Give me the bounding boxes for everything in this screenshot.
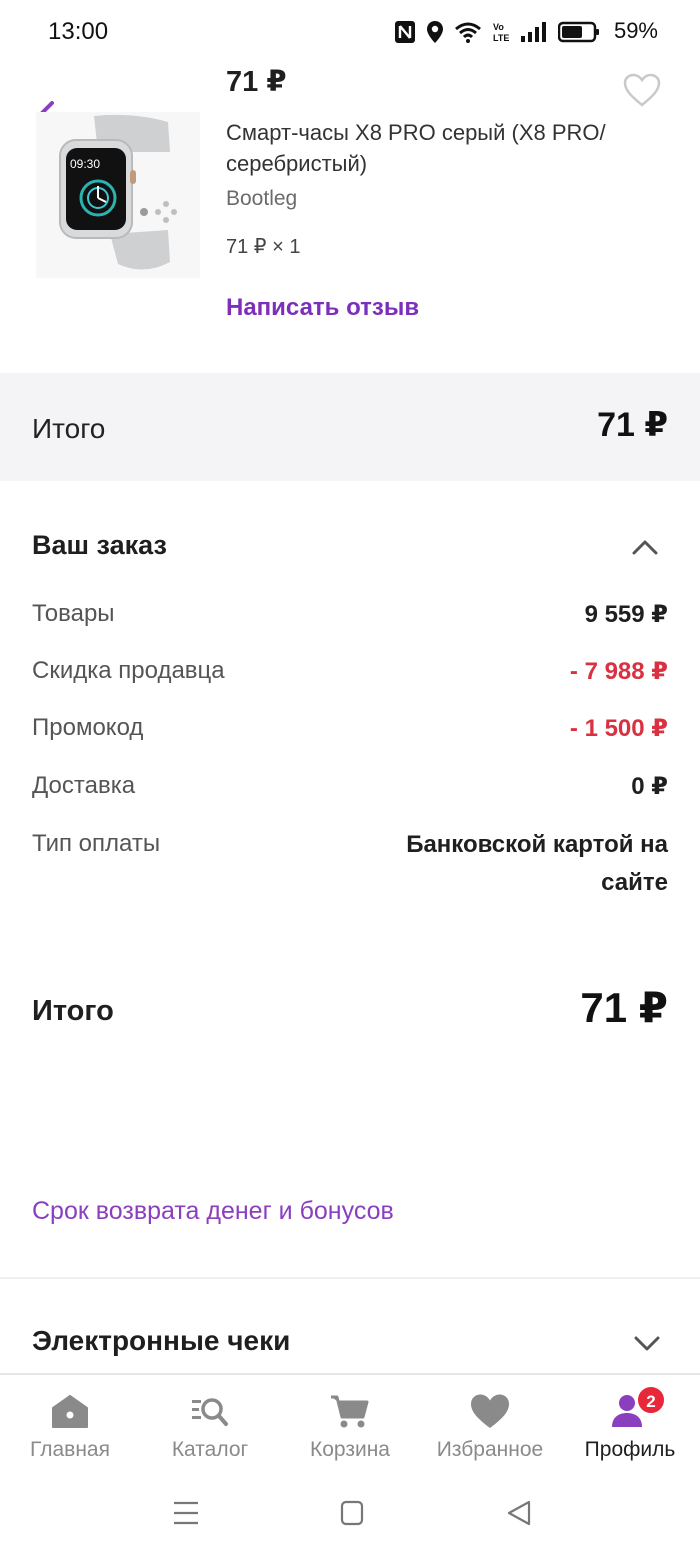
goods-value: 9 559 ₽: [584, 601, 668, 628]
product-quantity: 71 ₽ × 1: [226, 236, 301, 258]
collapse-order-button[interactable]: [628, 534, 662, 560]
section-divider: [0, 1277, 700, 1279]
status-icons: Vo LTE: [394, 18, 600, 46]
profile-notification-badge: 2: [636, 1385, 666, 1415]
back-nav-button[interactable]: [500, 1495, 540, 1531]
tab-home-label: Главная: [30, 1438, 110, 1461]
signal-icon: [521, 22, 546, 42]
svg-text:LTE: LTE: [493, 33, 509, 43]
favorite-button[interactable]: [622, 72, 662, 108]
order-section-title: Ваш заказ: [32, 530, 167, 560]
nfc-icon: [395, 21, 415, 43]
total-label: Итого: [32, 413, 106, 444]
promocode-value: - 1 500 ₽: [569, 715, 668, 742]
location-icon: [427, 21, 443, 43]
heart-outline-icon: [623, 73, 661, 107]
seller-discount-label: Скидка продавца: [32, 657, 225, 684]
total-value: 71 ₽: [597, 406, 668, 444]
refund-terms-link[interactable]: Срок возврата денег и бонусов: [32, 1197, 394, 1226]
expand-receipts-button[interactable]: [630, 1330, 664, 1356]
tab-cart-label: Корзина: [310, 1438, 390, 1461]
bottom-tab-bar: Главная Каталог Корзина Избранное 2 Проф…: [0, 1373, 700, 1473]
tab-catalog-label: Каталог: [171, 1438, 249, 1461]
write-review-link[interactable]: Написать отзыв: [226, 294, 419, 322]
system-navigation-bar: [0, 1473, 700, 1556]
home-nav-button[interactable]: [332, 1495, 372, 1531]
square-icon: [340, 1500, 364, 1526]
tab-favorites[interactable]: Избранное: [420, 1375, 560, 1475]
volte-icon: Vo LTE: [493, 22, 509, 43]
svg-text:Vo: Vo: [493, 22, 504, 32]
tab-cart[interactable]: Корзина: [280, 1375, 420, 1475]
cart-icon: [331, 1395, 369, 1428]
tab-catalog[interactable]: Каталог: [140, 1375, 280, 1475]
battery-percent: 59%: [613, 18, 658, 43]
goods-label: Товары: [32, 600, 115, 627]
heart-icon: [471, 1394, 509, 1428]
recent-apps-button[interactable]: [166, 1495, 206, 1531]
triangle-back-icon: [507, 1500, 531, 1526]
delivery-value: 0 ₽: [631, 773, 668, 800]
payment-type-label: Тип оплаты: [32, 830, 161, 857]
chevron-down-icon: [634, 1336, 660, 1351]
product-brand: Bootleg: [226, 187, 298, 210]
promocode-label: Промокод: [32, 714, 144, 741]
catalog-search-icon: [192, 1398, 228, 1426]
order-total-value: 71 ₽: [580, 984, 668, 1031]
tab-profile[interactable]: 2 Профиль: [560, 1375, 700, 1475]
svg-text:09:30: 09:30: [70, 157, 100, 171]
seller-discount-value: - 7 988 ₽: [569, 658, 668, 685]
chevron-up-icon: [632, 540, 658, 555]
home-icon: [52, 1395, 88, 1428]
product-name[interactable]: Смарт-часы X8 PRO серый (X8 PRO/серебрис…: [226, 117, 616, 179]
wifi-icon: [455, 22, 481, 43]
tab-favorites-label: Избранное: [436, 1438, 544, 1461]
battery-icon: [558, 21, 599, 43]
order-total-label: Итого: [32, 995, 114, 1027]
tab-profile-label: Профиль: [584, 1438, 676, 1461]
menu-lines-icon: [174, 1501, 198, 1525]
payment-type-value: Банковской картой на сайте: [406, 831, 668, 896]
status-time: 13:00: [48, 18, 109, 45]
tab-home[interactable]: Главная: [0, 1375, 140, 1475]
total-band: Итого 71 ₽: [0, 373, 700, 481]
product-price: 71 ₽: [226, 66, 287, 98]
status-bar: 13:00 Vo LTE 59%: [0, 0, 700, 62]
receipts-section-title[interactable]: Электронные чеки: [32, 1325, 290, 1357]
product-image[interactable]: 09:30: [36, 112, 200, 278]
delivery-label: Доставка: [32, 772, 136, 799]
